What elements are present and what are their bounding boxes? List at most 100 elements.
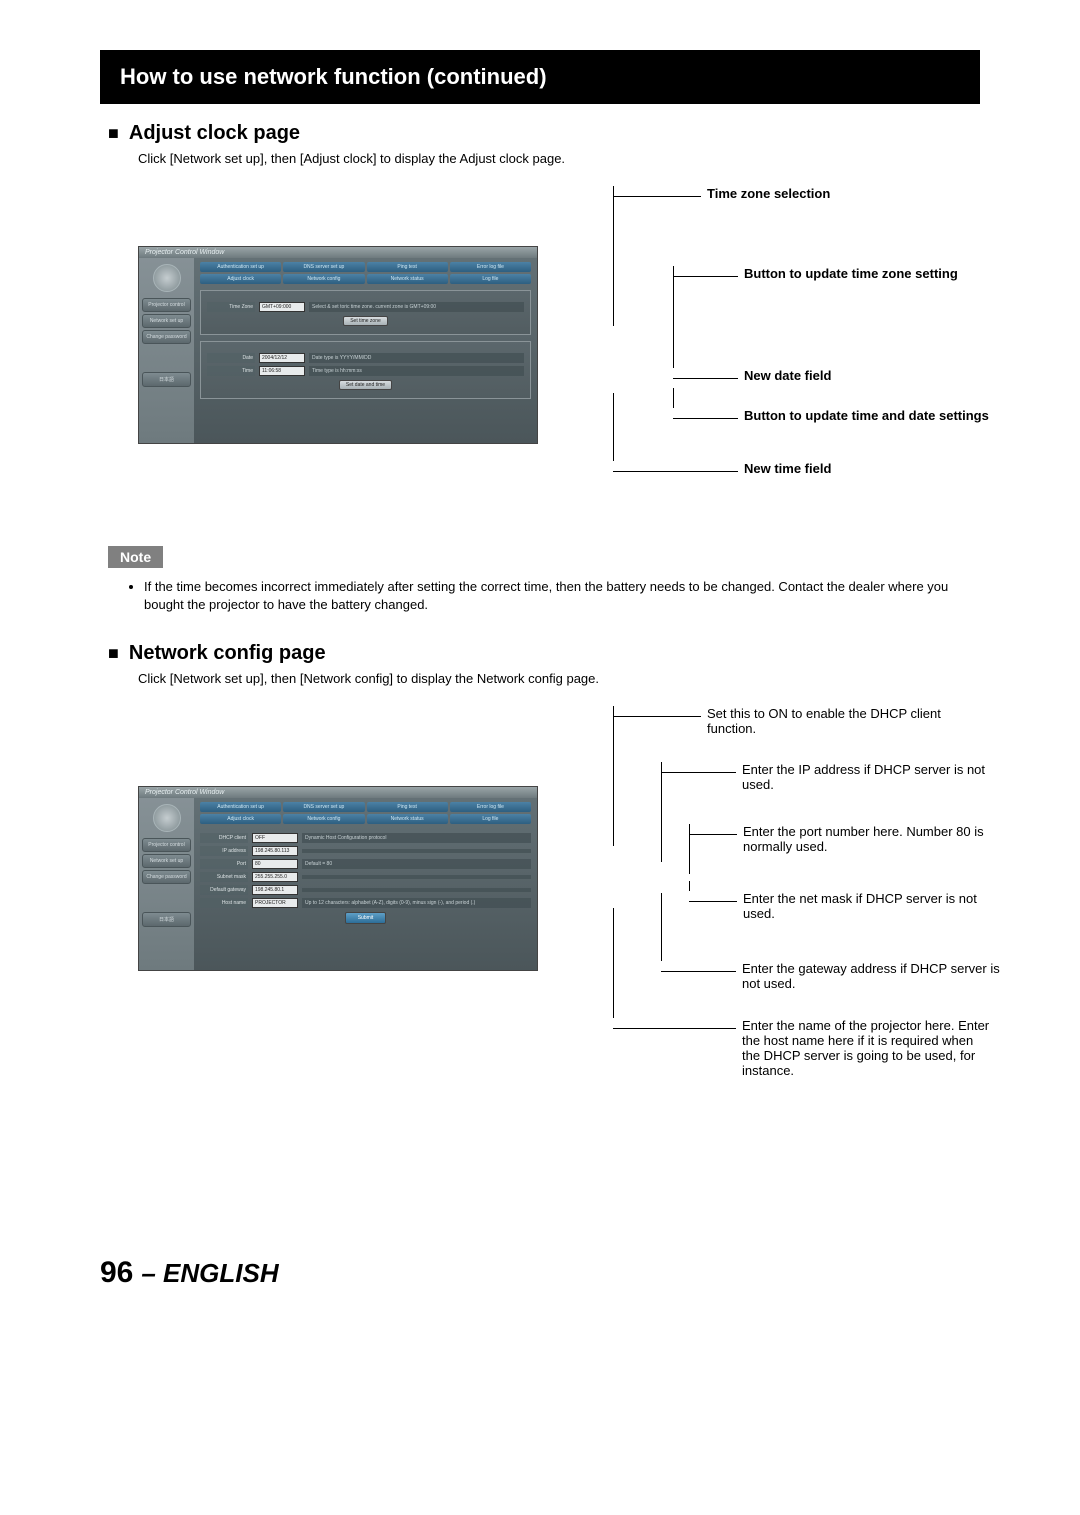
- tab-network-config[interactable]: Network config: [283, 274, 364, 284]
- heading-text: Network config page: [129, 642, 326, 665]
- heading-adjust-clock: Adjust clock page: [108, 122, 980, 145]
- sidebar: Projector control Network set up Change …: [139, 798, 194, 970]
- annot-label: Set this to ON to enable the DHCP client…: [707, 706, 977, 736]
- annot-new-date: New date field: [673, 368, 831, 383]
- annot-label: Button to update time and date settings: [744, 408, 1004, 423]
- tz-label: Time Zone: [207, 302, 255, 312]
- ip-label: IP address: [200, 846, 248, 856]
- port-hint: Default = 80: [302, 859, 531, 869]
- annot-update-tz-button: Button to update time zone setting: [673, 266, 958, 281]
- mask-label: Subnet mask: [200, 872, 248, 882]
- heading-text: Adjust clock page: [129, 122, 300, 145]
- sidebar-network-setup[interactable]: Network set up: [142, 854, 191, 868]
- tab-network-config[interactable]: Network config: [283, 814, 364, 824]
- desc-network-config: Click [Network set up], then [Network co…: [138, 671, 980, 686]
- gw-hint: [302, 888, 531, 892]
- gw-label: Default gateway: [200, 885, 248, 895]
- annot-hostname: Enter the name of the projector here. En…: [613, 1018, 992, 1078]
- tz-hint: Select & set toric time zone. current zo…: [309, 302, 524, 312]
- annot-port: Enter the port number here. Number 80 is…: [689, 824, 998, 854]
- timezone-box: Time Zone GMT+09:000 Select & set toric …: [200, 290, 531, 335]
- host-label: Host name: [200, 898, 248, 908]
- tab-error-log[interactable]: Error log file: [450, 802, 531, 812]
- annot-timezone-selection: Time zone selection: [613, 186, 830, 201]
- tab-error-log[interactable]: Error log file: [450, 262, 531, 272]
- ip-hint: [302, 849, 531, 853]
- page-number: 96: [100, 1256, 133, 1290]
- dhcp-hint: Dynamic Host Configuration protocol: [302, 833, 531, 843]
- sidebar-projector-control[interactable]: Projector control: [142, 298, 191, 312]
- page-title-bar: How to use network function (continued): [100, 50, 980, 104]
- set-datetime-button[interactable]: Set date and time: [339, 380, 392, 390]
- tab-ping-test[interactable]: Ping test: [367, 802, 448, 812]
- annot-mask: Enter the net mask if DHCP server is not…: [689, 891, 1003, 921]
- port-label: Port: [200, 859, 248, 869]
- note-list: If the time becomes incorrect immediatel…: [128, 578, 980, 614]
- figure-network-config: Set this to ON to enable the DHCP client…: [138, 706, 980, 1086]
- tab-row-1: Authentication set up DNS server set up …: [200, 262, 531, 272]
- projector-logo-icon: [153, 264, 181, 292]
- tab-row-1: Authentication set up DNS server set up …: [200, 802, 531, 812]
- annot-label: Enter the gateway address if DHCP server…: [742, 961, 1002, 991]
- port-field[interactable]: 80: [252, 859, 298, 869]
- tz-select[interactable]: GMT+09:000: [259, 302, 305, 312]
- date-label: Date: [207, 353, 255, 363]
- tab-dns-setup[interactable]: DNS server set up: [283, 262, 364, 272]
- sidebar-change-password[interactable]: Change password: [142, 870, 191, 884]
- tab-adjust-clock[interactable]: Adjust clock: [200, 274, 281, 284]
- submit-button[interactable]: Submit: [345, 912, 387, 924]
- tab-row-2: Adjust clock Network config Network stat…: [200, 274, 531, 284]
- host-hint: Up to 12 characters: alphabet (A-Z), dig…: [302, 898, 531, 908]
- window-title: Projector Control Window: [139, 247, 537, 258]
- tab-network-status[interactable]: Network status: [367, 274, 448, 284]
- figure-adjust-clock: Time zone selection Button to update tim…: [138, 186, 980, 496]
- note-item: If the time becomes incorrect immediatel…: [144, 578, 980, 614]
- annot-label: Enter the port number here. Number 80 is…: [743, 824, 998, 854]
- annot-label: Button to update time zone setting: [744, 266, 958, 281]
- tab-auth-setup[interactable]: Authentication set up: [200, 802, 281, 812]
- annot-update-dt-button: Button to update time and date settings: [673, 408, 1004, 423]
- time-label: Time: [207, 366, 255, 376]
- sidebar-change-password[interactable]: Change password: [142, 330, 191, 344]
- annot-label: Time zone selection: [707, 186, 830, 201]
- tab-log-file[interactable]: Log file: [450, 274, 531, 284]
- tab-row-2: Adjust clock Network config Network stat…: [200, 814, 531, 824]
- tab-log-file[interactable]: Log file: [450, 814, 531, 824]
- tab-network-status[interactable]: Network status: [367, 814, 448, 824]
- annot-dhcp: Set this to ON to enable the DHCP client…: [613, 706, 977, 736]
- date-field[interactable]: 2004/12/12: [259, 353, 305, 363]
- time-hint: Time type is hh:mm:ss: [309, 366, 524, 376]
- annot-label: New date field: [744, 368, 831, 383]
- dhcp-label: DHCP client: [200, 833, 248, 843]
- window-title: Projector Control Window: [139, 787, 537, 798]
- sidebar-japanese[interactable]: 日本語: [142, 372, 191, 387]
- page-footer: 96 – ENGLISH: [100, 1256, 980, 1290]
- heading-network-config: Network config page: [108, 642, 980, 665]
- annot-label: Enter the net mask if DHCP server is not…: [743, 891, 1003, 921]
- projector-window-net: Projector Control Window Projector contr…: [138, 786, 538, 971]
- sidebar-network-setup[interactable]: Network set up: [142, 314, 191, 328]
- annot-new-time: New time field: [613, 461, 831, 476]
- projector-logo-icon: [153, 804, 181, 832]
- ip-field[interactable]: 198.245.80.113: [252, 846, 298, 856]
- sidebar-japanese[interactable]: 日本語: [142, 912, 191, 927]
- set-timezone-button[interactable]: Set time zone: [343, 316, 388, 326]
- sidebar: Projector control Network set up Change …: [139, 258, 194, 443]
- annot-gw: Enter the gateway address if DHCP server…: [661, 961, 1002, 991]
- desc-adjust-clock: Click [Network set up], then [Adjust clo…: [138, 151, 980, 166]
- annot-label: New time field: [744, 461, 831, 476]
- dhcp-select[interactable]: OFF: [252, 833, 298, 843]
- tab-ping-test[interactable]: Ping test: [367, 262, 448, 272]
- projector-window-clock: Projector Control Window Projector contr…: [138, 246, 538, 444]
- sidebar-projector-control[interactable]: Projector control: [142, 838, 191, 852]
- date-hint: Date type is YYYY/MM/DD: [309, 353, 524, 363]
- tab-adjust-clock[interactable]: Adjust clock: [200, 814, 281, 824]
- annot-ip: Enter the IP address if DHCP server is n…: [661, 762, 1002, 792]
- page-language: – ENGLISH: [141, 1258, 278, 1289]
- tab-auth-setup[interactable]: Authentication set up: [200, 262, 281, 272]
- tab-dns-setup[interactable]: DNS server set up: [283, 802, 364, 812]
- time-field[interactable]: 11:06:58: [259, 366, 305, 376]
- gw-field[interactable]: 198.245.80.1: [252, 885, 298, 895]
- host-field[interactable]: PROJECTOR: [252, 898, 298, 908]
- mask-field[interactable]: 255.255.255.0: [252, 872, 298, 882]
